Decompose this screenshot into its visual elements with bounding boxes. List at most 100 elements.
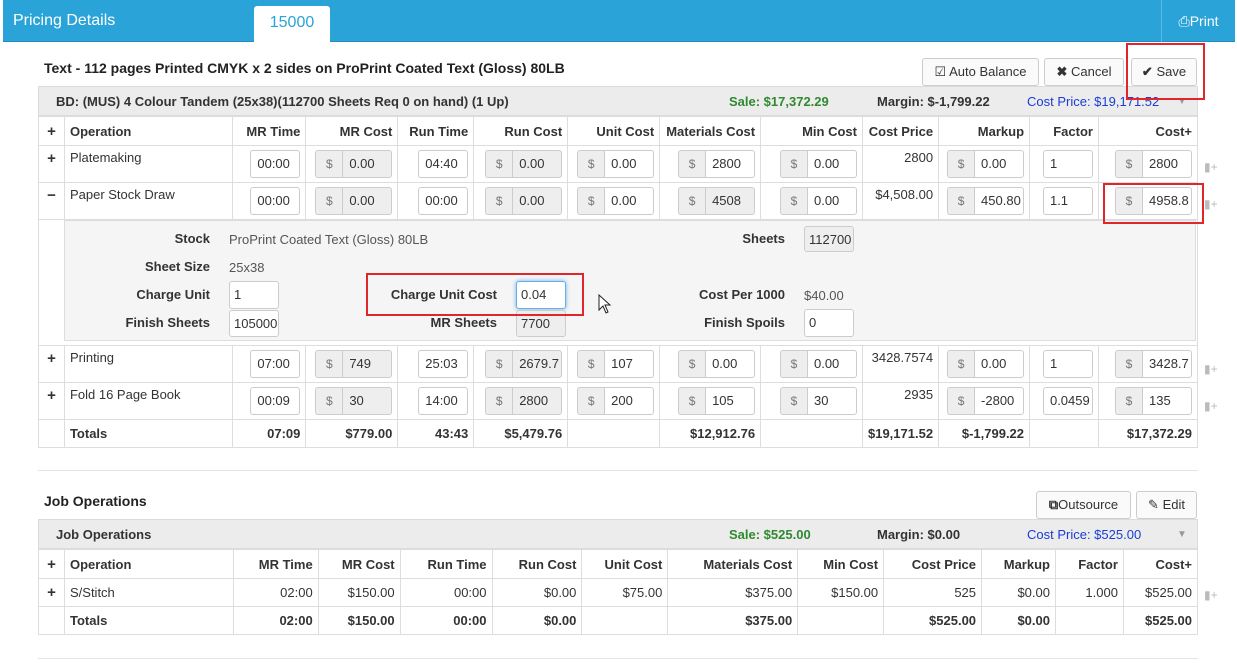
unit-cost-input[interactable]: 107 — [604, 350, 655, 378]
mr-time-input[interactable]: 00:09 — [250, 387, 301, 415]
dollar-addon: $ — [779, 350, 807, 378]
unit-cost-input[interactable]: 200 — [604, 387, 655, 415]
sheets-input[interactable]: 112700 — [804, 226, 854, 252]
mr-cost-input[interactable]: 30 — [342, 387, 393, 415]
comment-add-icon[interactable]: ▮+ — [1204, 160, 1220, 174]
tab-quantity[interactable]: 15000 — [254, 6, 330, 43]
expand-row-icon[interactable]: + — [38, 345, 65, 383]
col-run-time: Run Time — [399, 549, 493, 579]
unit-cost-value: $75.00 — [581, 578, 669, 607]
expand-row-icon[interactable]: + — [38, 145, 65, 183]
mr-cost-input[interactable]: 0.00 — [342, 187, 393, 215]
outsource-button[interactable]: ⧉Outsource — [1036, 491, 1131, 519]
print-button[interactable]: ⎙Print — [1161, 0, 1235, 42]
col-cost-price: Cost Price — [883, 549, 983, 579]
mr-time-input[interactable]: 00:00 — [250, 150, 301, 178]
col-run-cost: Run Cost — [491, 549, 583, 579]
materials-cost-input[interactable]: 2800 — [705, 150, 756, 178]
charge-unit-input[interactable]: 1 — [229, 281, 279, 309]
materials-cost-input[interactable]: 4508 — [705, 187, 756, 215]
materials-cost-input[interactable]: 0.00 — [705, 350, 756, 378]
dollar-addon: $ — [678, 150, 706, 178]
dollar-addon: $ — [779, 387, 807, 415]
col-operation: Operation — [63, 549, 234, 579]
run-time-input[interactable]: 25:03 — [418, 350, 469, 378]
sale-total: Sale: $525.00 — [729, 527, 811, 542]
finish-sheets-input[interactable]: 105000 — [229, 310, 279, 337]
comment-add-icon[interactable]: ▮+ — [1204, 362, 1220, 376]
expand-all-icon[interactable]: + — [38, 549, 65, 579]
finish-spoils-input[interactable]: 0 — [804, 309, 854, 337]
mr-cost-input[interactable]: 749 — [342, 350, 393, 378]
expand-row-icon[interactable]: + — [38, 382, 65, 420]
factor-input[interactable]: 0.0459 — [1042, 387, 1093, 415]
min-cost-input[interactable]: 30 — [806, 387, 857, 415]
factor-input[interactable]: 1 — [1042, 350, 1093, 378]
margin-total: Margin: $0.00 — [877, 527, 961, 542]
job-operations-summary-bar[interactable]: Job Operations Sale: $525.00 Margin: $0.… — [38, 519, 1198, 549]
mr-sheets-input[interactable]: 7700 — [516, 310, 566, 337]
factor-input[interactable]: 1 — [1042, 150, 1093, 178]
min-cost-value: $150.00 — [797, 578, 885, 607]
unit-cost-input[interactable]: 0.00 — [604, 150, 655, 178]
cost-plus-input[interactable]: 135 — [1142, 387, 1192, 415]
checkbox-icon: ☑ — [934, 64, 947, 79]
table-row: + Printing 07:00 $749 25:03 $2679.7 $107… — [38, 345, 1199, 383]
charge-unit-cost-input[interactable]: 0.04 — [516, 281, 566, 309]
run-cost-input[interactable]: 0.00 — [512, 187, 563, 215]
run-time-input[interactable]: 14:00 — [418, 387, 469, 415]
save-button[interactable]: ✔ Save — [1131, 58, 1197, 86]
min-cost-input[interactable]: 0.00 — [806, 350, 857, 378]
sale-total: Sale: $17,372.29 — [729, 94, 829, 109]
cost-plus-input[interactable]: 3428.7 — [1142, 350, 1192, 378]
cost-price-total: Cost Price: $525.00 — [1027, 527, 1142, 542]
run-cost-input[interactable]: 0.00 — [512, 150, 563, 178]
min-cost-input[interactable]: 0.00 — [806, 150, 857, 178]
run-time-input[interactable]: 00:00 — [418, 187, 469, 215]
total-cost-plus: $525.00 — [1122, 606, 1199, 635]
cost-plus-input[interactable]: 2800 — [1142, 150, 1192, 178]
comment-add-icon[interactable]: ▮+ — [1204, 588, 1220, 602]
finish-sheets-label: Finish Sheets — [125, 315, 210, 330]
comment-add-icon[interactable]: ▮+ — [1204, 399, 1220, 413]
chevron-down-icon[interactable]: ▼ — [1177, 96, 1187, 107]
factor-input[interactable]: 1.1 — [1042, 187, 1093, 215]
cancel-button[interactable]: ✖ Cancel — [1044, 58, 1124, 86]
dollar-addon: $ — [1115, 350, 1142, 378]
table-row: + Platemaking 00:00 $0.00 04:40 $0.00 $0… — [38, 145, 1199, 183]
collapse-row-icon[interactable]: − — [38, 182, 65, 220]
markup-input[interactable]: 0.00 — [974, 150, 1025, 178]
markup-value: $0.00 — [981, 578, 1056, 607]
dollar-addon: $ — [947, 387, 975, 415]
col-markup: Markup — [981, 549, 1056, 579]
markup-input[interactable]: 450.80 — [974, 187, 1025, 215]
markup-input[interactable]: -2800 — [974, 387, 1025, 415]
cost-plus-input[interactable]: 4958.8 — [1142, 187, 1192, 215]
table-row: − Paper Stock Draw 00:00 $0.00 00:00 $0.… — [38, 182, 1199, 220]
total-run-cost: $0.00 — [491, 606, 583, 635]
press-summary-bar[interactable]: BD: (MUS) 4 Colour Tandem (25x38)(112700… — [38, 86, 1198, 116]
run-time-input[interactable]: 04:40 — [418, 150, 469, 178]
expand-all-icon[interactable]: + — [38, 116, 65, 146]
materials-cost-input[interactable]: 105 — [705, 387, 756, 415]
run-cost-input[interactable]: 2800 — [512, 387, 563, 415]
edit-button[interactable]: ✎ Edit — [1136, 491, 1197, 519]
auto-balance-button[interactable]: ☑ Auto Balance — [922, 58, 1039, 86]
totals-row: Totals 07:09 $779.00 43:43 $5,479.76 $12… — [38, 419, 1199, 448]
unit-cost-input[interactable]: 0.00 — [604, 187, 655, 215]
chevron-down-icon[interactable]: ▼ — [1177, 529, 1187, 540]
run-cost-input[interactable]: 2679.7 — [512, 350, 563, 378]
margin-total: Margin: $-1,799.22 — [877, 94, 990, 109]
expand-row-icon[interactable]: + — [38, 578, 65, 607]
comment-add-icon[interactable]: ▮+ — [1204, 197, 1220, 211]
mr-time-input[interactable]: 00:00 — [250, 187, 301, 215]
total-materials: $375.00 — [667, 606, 799, 635]
dollar-addon: $ — [315, 350, 343, 378]
mr-cost-input[interactable]: 0.00 — [342, 150, 393, 178]
mr-cost-value: $150.00 — [317, 578, 401, 607]
markup-input[interactable]: 0.00 — [974, 350, 1025, 378]
page-title: Pricing Details — [13, 12, 116, 29]
operation-name: Paper Stock Draw — [63, 182, 234, 220]
min-cost-input[interactable]: 0.00 — [806, 187, 857, 215]
mr-time-input[interactable]: 07:00 — [250, 350, 301, 378]
